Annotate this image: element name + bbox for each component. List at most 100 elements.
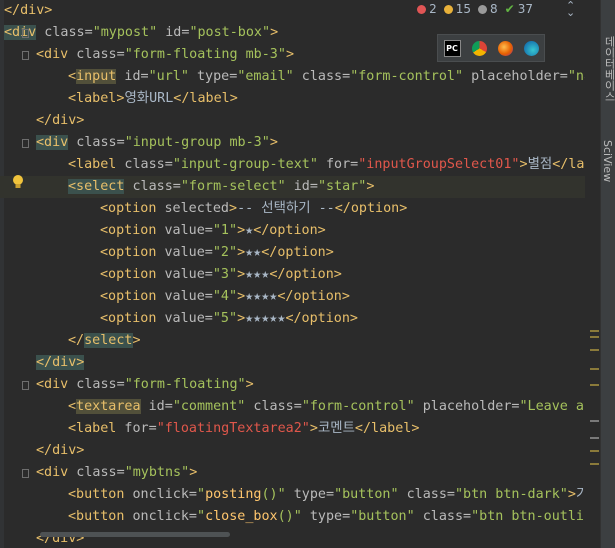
code-token: "star" bbox=[317, 179, 367, 194]
code-token: type= bbox=[188, 69, 238, 84]
code-line: <button onclick="close_box()" type="butt… bbox=[0, 506, 585, 528]
weak-warning-icon bbox=[478, 4, 488, 14]
code-token: " bbox=[197, 509, 206, 524]
warning-marker[interactable] bbox=[590, 384, 599, 386]
chrome-icon[interactable] bbox=[471, 40, 487, 56]
code-line-current: <select class="form-select" id="star"> bbox=[0, 176, 585, 198]
code-token: "input-group-text" bbox=[172, 157, 318, 172]
database-tool-tab[interactable]: 데이터베이스 bbox=[601, 36, 615, 102]
weak-warning-marker[interactable] bbox=[590, 437, 599, 439]
inspection-widget[interactable]: 2 15 8 ✔ 37 bbox=[417, 0, 533, 18]
code-token: "mypost" bbox=[92, 25, 158, 40]
sciview-tool-tab[interactable]: SciView bbox=[601, 140, 614, 182]
code-token: ★ bbox=[245, 223, 254, 238]
code-token: ()" bbox=[277, 509, 302, 524]
code-token: for= bbox=[116, 421, 157, 436]
firefox-icon[interactable] bbox=[497, 40, 513, 56]
code-token: "inputGroupSelect01" bbox=[358, 157, 520, 172]
code-token: "form-select" bbox=[180, 179, 286, 194]
warning-marker[interactable] bbox=[590, 330, 599, 332]
code-line: <button onclick="posting()" type="button… bbox=[0, 484, 585, 506]
code-line: <div class="form-floating"> bbox=[0, 374, 585, 396]
lightbulb-icon[interactable] bbox=[11, 174, 25, 190]
horizontal-scrollbar-thumb[interactable] bbox=[40, 532, 230, 537]
code-token: <button bbox=[68, 509, 125, 524]
code-line: </select> bbox=[0, 330, 585, 352]
fold-marker-icon[interactable] bbox=[22, 381, 30, 390]
code-token: id= bbox=[140, 399, 173, 414]
code-token: > bbox=[567, 487, 576, 502]
code-line: </div> bbox=[0, 440, 585, 462]
code-token: <label> bbox=[68, 91, 125, 106]
weak-warning-marker[interactable] bbox=[590, 420, 599, 422]
code-token: > bbox=[229, 201, 238, 216]
chevron-up-down-icon[interactable]: ⌃ ⌄ bbox=[566, 0, 575, 18]
code-token: "input-group mb-3" bbox=[124, 135, 270, 150]
code-line: <div class="mybtns"> bbox=[0, 462, 585, 484]
code-token: ★★ bbox=[245, 245, 262, 260]
code-token: ★★★★★ bbox=[245, 311, 286, 326]
error-stripe[interactable] bbox=[585, 0, 600, 548]
code-token: type= bbox=[285, 487, 335, 502]
code-token: posting bbox=[205, 487, 262, 502]
code-token: > bbox=[519, 157, 528, 172]
code-token: </div> bbox=[4, 3, 53, 18]
code-token: "btn btn-outline- bbox=[471, 509, 585, 524]
code-token: 코멘트 bbox=[317, 421, 355, 436]
code-token: onclick= bbox=[124, 509, 197, 524]
fold-marker-icon[interactable] bbox=[22, 469, 30, 478]
code-token: <div bbox=[36, 47, 69, 62]
code-token: <option bbox=[100, 289, 157, 304]
typo-count[interactable]: ✔ 37 bbox=[505, 2, 533, 16]
code-token: " bbox=[197, 487, 206, 502]
error-count-label: 2 bbox=[429, 2, 437, 16]
code-token: > bbox=[309, 421, 318, 436]
weak-warning-count-label: 8 bbox=[490, 2, 498, 16]
code-token: value= bbox=[156, 223, 213, 238]
weak-warning-count[interactable]: 8 bbox=[478, 2, 498, 16]
code-token: > bbox=[189, 465, 198, 480]
code-token: "form-floating" bbox=[124, 377, 246, 392]
edge-icon[interactable] bbox=[523, 40, 539, 56]
warning-marker[interactable] bbox=[590, 336, 599, 338]
warning-marker[interactable] bbox=[590, 450, 599, 452]
fold-marker-icon[interactable] bbox=[22, 51, 30, 60]
code-token: </div> bbox=[36, 113, 85, 128]
code-token: placeholder= bbox=[463, 69, 568, 84]
fold-marker-icon[interactable] bbox=[22, 139, 30, 148]
warning-marker[interactable] bbox=[590, 349, 599, 351]
code-token: </option> bbox=[253, 223, 326, 238]
code-token: "mybtns" bbox=[124, 465, 190, 480]
code-token: for= bbox=[317, 157, 359, 172]
fold-marker-icon[interactable] bbox=[22, 29, 30, 38]
code-token: </option> bbox=[334, 201, 408, 216]
code-token: "4" bbox=[212, 289, 238, 304]
pycharm-icon[interactable]: PC bbox=[443, 39, 461, 57]
code-line: <input id="url" type="email" class="form… bbox=[0, 66, 585, 88]
warning-marker[interactable] bbox=[590, 368, 599, 370]
code-token: value= bbox=[156, 289, 213, 304]
code-token: <option bbox=[100, 223, 157, 238]
warning-count-label: 15 bbox=[455, 2, 472, 16]
code-token: "name bbox=[567, 69, 585, 84]
code-token: ★★★ bbox=[245, 267, 270, 282]
code-token: class= bbox=[116, 157, 173, 172]
code-token: class= bbox=[68, 135, 125, 150]
check-icon: ✔ bbox=[504, 2, 515, 16]
code-token: </option> bbox=[261, 245, 334, 260]
code-token: "5" bbox=[212, 311, 238, 326]
code-token: > bbox=[245, 377, 254, 392]
code-token: <option bbox=[100, 267, 157, 282]
code-token: id= bbox=[157, 25, 190, 40]
code-token: "form-control" bbox=[301, 399, 415, 414]
warning-marker[interactable] bbox=[590, 463, 599, 465]
error-count[interactable]: 2 bbox=[417, 2, 437, 16]
code-token: class= bbox=[414, 509, 472, 524]
code-line: <option selected>-- 선택하기 --</option> bbox=[0, 198, 585, 220]
code-token: input bbox=[76, 69, 117, 84]
warning-count[interactable]: 15 bbox=[443, 2, 472, 16]
code-token: 영화URL bbox=[124, 91, 174, 106]
code-editor[interactable]: </div> <div class="mypost" id="post-box"… bbox=[0, 0, 585, 548]
code-token: -- 선택하기 -- bbox=[237, 201, 335, 216]
code-token: "comment" bbox=[172, 399, 246, 414]
